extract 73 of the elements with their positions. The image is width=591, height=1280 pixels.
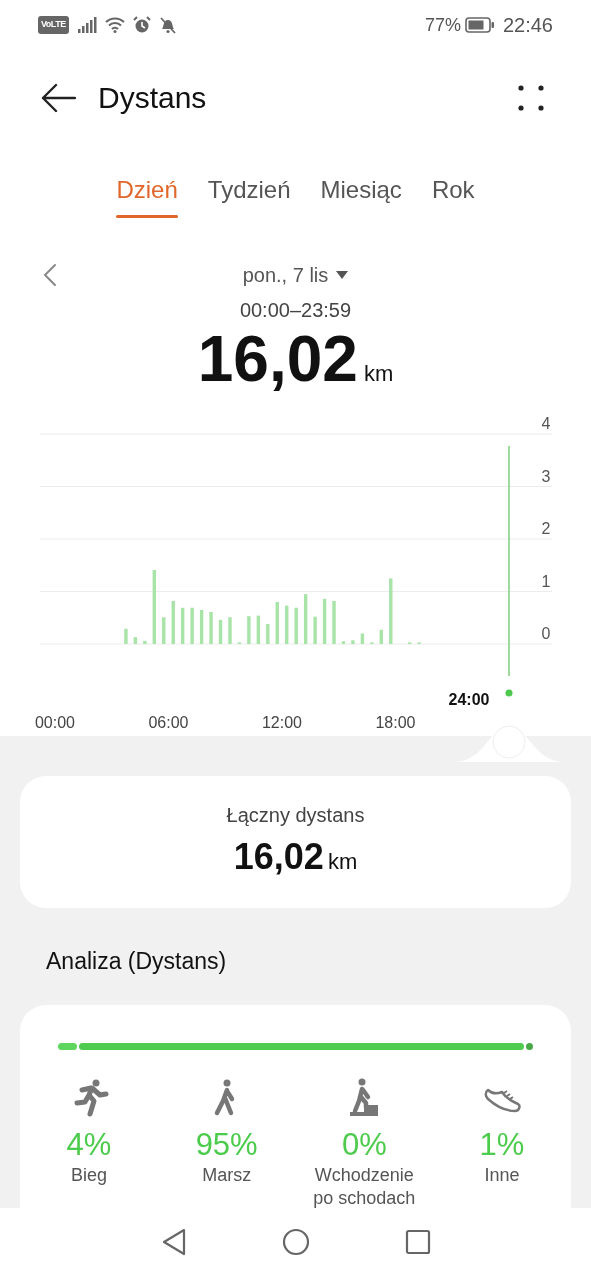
time-range: 00:00–23:59 [238,298,353,323]
date-selector[interactable]: pon., 7 lis [242,260,349,290]
alarm-icon [132,16,151,34]
caret-icon [336,271,349,279]
distance-bar [199,609,204,644]
distance-bar [266,624,270,644]
y-axis-label: 2 [541,520,551,537]
total-distance: 16,02 [197,324,358,394]
x-axis-label: 18:00 [375,714,416,731]
distance-bar [322,598,327,644]
distance-bar [389,578,393,644]
chevron-left-icon[interactable] [43,263,57,287]
category-percentage: 1% [479,1125,525,1164]
y-axis-label: 0 [541,625,551,642]
category-percentage: 95% [195,1125,258,1164]
x-axis-label: 06:00 [148,714,189,731]
category-percentage: 4% [66,1125,112,1164]
distance-bar [379,629,383,644]
distance-bar [294,607,298,644]
distance-bar [256,615,261,644]
period-tab[interactable]: Rok [429,166,477,214]
distance-unit: km [363,360,394,388]
summary-label: Łączny dystans [226,803,365,828]
distance-bar [209,612,213,644]
distance-bar [360,633,365,644]
distance-bar [332,600,336,644]
distance-bar [351,640,355,644]
muted-bell-icon [158,16,176,34]
distance-bar [162,617,166,644]
back-arrow-icon[interactable] [40,83,76,113]
x-axis-label: 12:00 [262,714,302,731]
y-axis-label: 1 [541,572,551,590]
signal-icon [76,17,97,33]
battery-percentage: 77% [424,13,461,37]
bar-segment [526,1042,533,1050]
clock-time: 22:46 [502,13,553,38]
distance-bar [341,641,346,644]
distance-bar [171,600,175,644]
home-nav-icon[interactable] [281,1228,310,1256]
period-tab[interactable]: Tydzień [205,166,293,214]
y-axis-label: 4 [541,415,551,432]
section-title: Analiza (Dystans) [46,947,228,976]
summary-value: 16,02 [233,835,324,879]
distance-bar [303,594,308,644]
menu-icon[interactable] [517,84,545,112]
summary-unit: km [327,848,358,876]
distance-bar [228,617,232,644]
distance-bar [181,607,185,644]
cursor-time-label: 24:00 [448,691,490,708]
period-tab[interactable]: Miesiąc [318,166,404,214]
category-label: Inne [484,1163,520,1187]
recents-nav-icon[interactable] [404,1229,431,1255]
page-title: Dystans [98,80,207,116]
distance-bar [133,637,138,644]
distance-bar [218,619,223,644]
category-percentage: 0% [341,1125,387,1164]
y-axis-label: 3 [541,467,551,485]
distance-bar [313,616,317,644]
distance-bar [124,628,128,644]
category-label: Wchodzenie po schodach [312,1163,417,1210]
back-nav-icon[interactable] [160,1228,187,1256]
distance-bar [275,602,279,644]
distance-bar [247,616,251,644]
cursor-dot [505,689,513,697]
x-axis-label: 00:00 [35,714,75,731]
distance-bar [190,607,194,644]
category-label: Bieg [71,1163,107,1187]
network-badge: VoLTE [38,16,69,34]
distance-bar [285,605,289,644]
category-label: Marsz [202,1163,252,1187]
battery-icon [464,17,495,33]
distance-bar [143,640,147,644]
wifi-icon [104,17,125,33]
